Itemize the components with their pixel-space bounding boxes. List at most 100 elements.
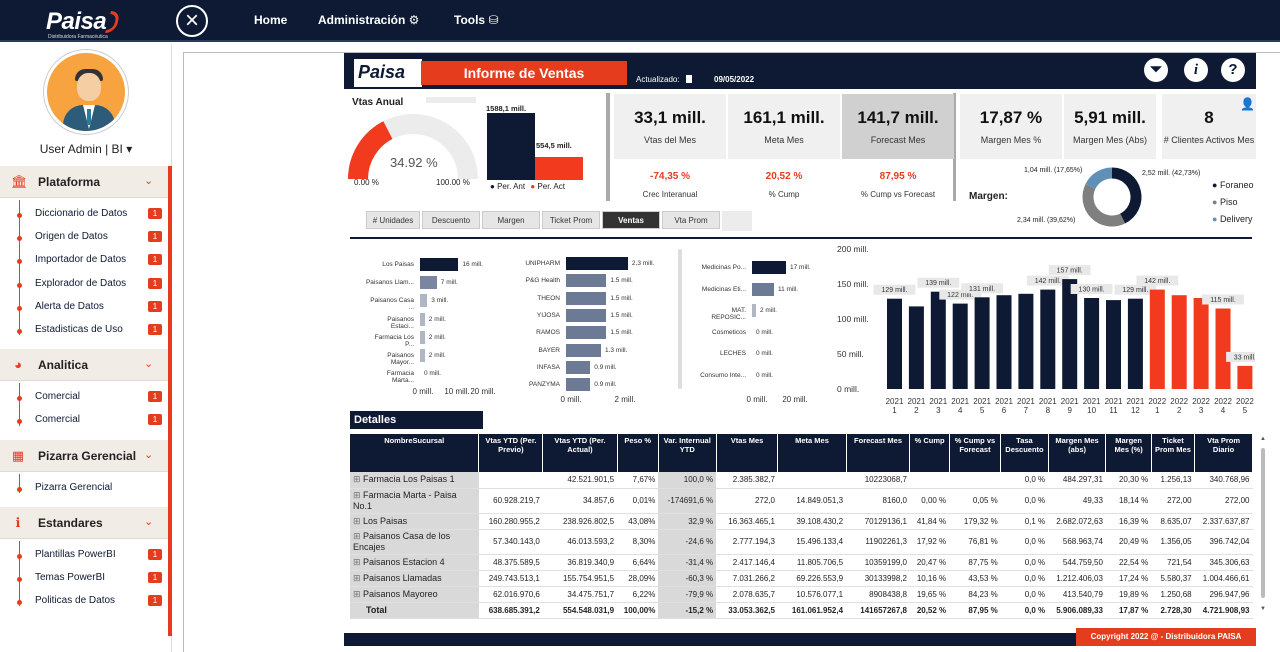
nav-tools[interactable]: Tools ⛁ [454, 13, 499, 27]
month-bar[interactable] [1084, 298, 1100, 389]
column-header[interactable]: Forecast Mes [846, 434, 911, 472]
kpi-card[interactable]: 161,1 mill. Meta Mes [728, 94, 840, 159]
avatar[interactable] [44, 50, 128, 134]
table-row[interactable]: ⊞ Los Paisas 160.280.955,2 238.926.802,5 43… [350, 513, 1253, 530]
donut-slice-delivery[interactable] [1085, 167, 1113, 190]
tab-margen[interactable]: Margen [482, 211, 540, 229]
month-bar[interactable] [1062, 279, 1078, 389]
sidebar-section-pizarra-gerencial[interactable]: ▦ Pizarra Gerencial ⌄ [0, 439, 168, 472]
brand-logo[interactable]: Paisa Distribuidora Farmacéutica [46, 8, 122, 40]
month-bar[interactable] [974, 297, 990, 389]
tab-ventas[interactable]: Ventas [602, 211, 660, 229]
month-bar[interactable] [1237, 365, 1253, 389]
column-header[interactable]: Vtas YTD (Per. Actual) [542, 434, 618, 472]
sidebar-section-analitica[interactable]: ◕ Analitica ⌄ [0, 349, 168, 382]
sidebar-section-estandares[interactable]: ℹ Estandares ⌄ [0, 506, 168, 539]
sidebar-item[interactable]: Temas PowerBI 1 [0, 568, 168, 590]
month-bar[interactable] [1040, 289, 1056, 389]
month-bar[interactable] [1018, 293, 1034, 389]
sidebar-item[interactable]: Pizarra Gerencial [0, 478, 168, 500]
month-bar[interactable] [887, 298, 902, 389]
bar[interactable] [752, 261, 786, 274]
bar[interactable] [420, 294, 428, 308]
kpi-card[interactable]: 17,87 % Margen Mes % [960, 94, 1062, 159]
bar[interactable] [420, 276, 437, 290]
filter-icon[interactable]: ⏷ [1144, 58, 1168, 82]
expand-icon[interactable]: ⊞ [353, 589, 363, 599]
expand-icon[interactable]: ⊞ [353, 573, 363, 583]
nav-administracion[interactable]: Administración ⚙ [318, 13, 419, 27]
tab-descuento[interactable]: Descuento [422, 211, 480, 229]
month-bar[interactable] [1106, 300, 1121, 389]
month-bar[interactable] [1149, 289, 1165, 389]
kpi-card[interactable]: 33,1 mill. Vtas del Mes [614, 94, 726, 159]
column-header[interactable]: Peso % [617, 434, 659, 472]
sidebar-item[interactable]: Origen de Datos 1 [0, 227, 168, 249]
donut-slice-foraneo[interactable] [1111, 167, 1142, 224]
column-header[interactable]: Margen Mes (%) [1105, 434, 1152, 472]
month-bar[interactable] [1193, 298, 1209, 389]
column-header[interactable]: % Cump vs Forecast [949, 434, 1002, 472]
donut-slice-piso[interactable] [1082, 183, 1126, 227]
expand-icon[interactable]: ⊞ [353, 490, 363, 500]
table-row[interactable]: ⊞ Paisanos Llamadas 249.743.513,1 155.754.… [350, 570, 1253, 587]
bar[interactable] [752, 304, 756, 317]
bar[interactable] [420, 258, 459, 271]
sidebar-item[interactable]: Importador de Datos 1 [0, 250, 168, 272]
column-header[interactable]: Vta Prom Diario [1194, 434, 1253, 472]
expand-icon[interactable]: ⊞ [353, 531, 363, 541]
table-row[interactable]: ⊞ Paisanos Casa de los Encajes 57.340.143… [350, 529, 1253, 555]
chart-scroll-handle[interactable] [678, 249, 682, 389]
month-bar[interactable] [930, 291, 946, 389]
legend-item[interactable]: ● Piso [1212, 194, 1253, 211]
info-icon[interactable]: i [1184, 58, 1208, 82]
column-header[interactable]: Tasa Descuento [1000, 434, 1049, 472]
month-bar[interactable] [908, 306, 924, 389]
help-icon[interactable]: ? [1221, 58, 1245, 82]
month-bar[interactable] [996, 295, 1012, 389]
month-bar[interactable] [952, 303, 968, 389]
bar[interactable] [566, 257, 628, 270]
bar[interactable] [566, 343, 601, 357]
bar[interactable] [566, 308, 607, 322]
tab-vta-prom[interactable]: Vta Prom [662, 211, 720, 229]
bar[interactable] [566, 291, 607, 305]
bar[interactable] [566, 274, 607, 288]
tab-unidades[interactable]: # Unidades [366, 211, 420, 229]
table-scrollbar[interactable]: ▲ ▼ [1258, 434, 1268, 618]
table-row[interactable]: ⊞ Farmacia Marta - Paisa No.1 60.928.219,… [350, 488, 1253, 514]
nav-home[interactable]: Home [254, 13, 287, 27]
column-header[interactable]: Ticket Prom Mes [1151, 434, 1196, 472]
sidebar-item[interactable]: Alerta de Datos 1 [0, 297, 168, 319]
sidebar-item[interactable]: Comercial 1 [0, 410, 168, 432]
sidebar-item[interactable]: Plantillas PowerBI 1 [0, 545, 168, 567]
column-header[interactable]: NombreSucursal [350, 434, 480, 472]
sidebar-section-plataforma[interactable]: 🏛 Plataforma ⌄ [0, 166, 168, 198]
column-header[interactable]: Vtas Mes [716, 434, 779, 472]
kpi-card[interactable]: 5,91 mill. Margen Mes (Abs) [1064, 94, 1156, 159]
bar[interactable] [420, 312, 425, 326]
column-header[interactable]: Vtas YTD (Per. Previo) [478, 434, 544, 472]
legend-item[interactable]: ● Foraneo [1212, 177, 1253, 194]
table-row[interactable]: ⊞ Farmacia Los Paisas 1 42.521.901,5 7,67%… [350, 472, 1253, 489]
month-bar[interactable] [1127, 298, 1143, 389]
bar[interactable] [420, 330, 425, 344]
column-header[interactable]: % Cump [909, 434, 950, 472]
close-menu-button[interactable]: × [176, 5, 208, 37]
expand-icon[interactable]: ⊞ [353, 516, 363, 526]
tab-ticket-prom[interactable]: Ticket Prom [542, 211, 600, 229]
table-row[interactable]: ⊞ Paisanos Mayoreo 62.016.970,6 34.475.751… [350, 586, 1253, 603]
month-bar[interactable] [1171, 295, 1187, 389]
bar[interactable] [566, 326, 607, 340]
column-header[interactable]: Margen Mes (abs) [1048, 434, 1107, 472]
bar[interactable] [420, 349, 425, 362]
kpi-card[interactable]: 141,7 mill. Forecast Mes [842, 94, 954, 159]
column-header[interactable]: Var. Internual YTD [658, 434, 717, 472]
user-menu[interactable]: User Admin | BI ▾ [0, 142, 172, 156]
sidebar-item[interactable]: Diccionario de Datos 1 [0, 204, 168, 226]
sidebar-item[interactable]: Explorador de Datos 1 [0, 274, 168, 296]
bar[interactable] [566, 378, 591, 392]
month-bar[interactable] [1215, 308, 1231, 390]
table-row[interactable]: ⊞ Paisanos Estacion 4 48.375.589,5 36.819.… [350, 554, 1253, 571]
sidebar-item[interactable]: Comercial 1 [0, 387, 168, 409]
